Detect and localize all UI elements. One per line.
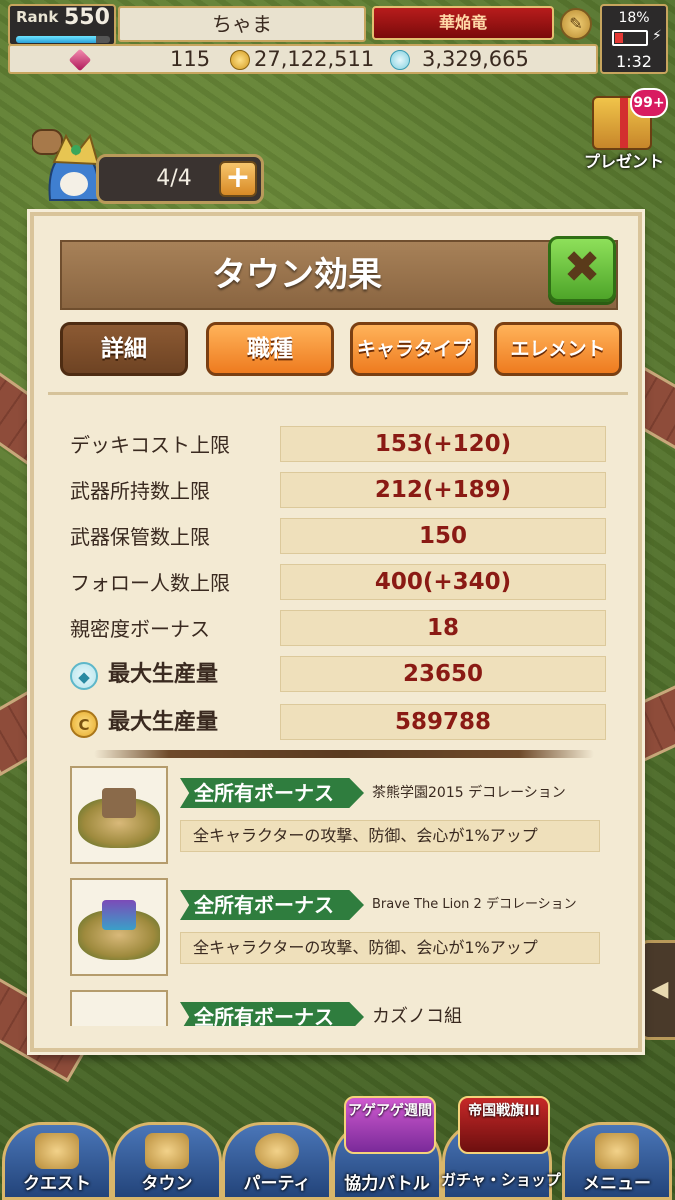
stat-value: 153(+120)	[280, 426, 606, 462]
nav-label: ガチャ・ショップ	[441, 1171, 561, 1189]
stat-label: 武器保管数上限	[70, 525, 210, 549]
bottom-nav: クエスト タウン パーティ 協力バトル ガチャ・ショップ メニュー アゲアゲ週間…	[0, 1096, 675, 1200]
present-count-badge: 99+	[630, 88, 668, 118]
bonus-description: 全キャラクターの攻撃、防御、会心が1%アップ	[180, 820, 600, 852]
stamina-counter: 4/4 +	[96, 154, 264, 204]
coin-icon	[230, 50, 250, 70]
title-badge[interactable]: 華焔竜	[372, 6, 554, 40]
present-button[interactable]: 99+ プレゼント	[578, 88, 670, 172]
bonus-tag: 全所有ボーナス	[180, 1002, 364, 1026]
add-stamina-button[interactable]: +	[219, 161, 257, 197]
rank-display: Rank 550	[8, 4, 116, 46]
tab-details[interactable]: 詳細	[60, 322, 188, 376]
coin-icon: C	[70, 710, 98, 738]
stat-row-follow-limit: フォロー人数上限 400(+340)	[70, 564, 606, 602]
close-icon: ✖	[563, 242, 601, 293]
stamina-widget: 4/4 +	[18, 120, 264, 204]
battery-percent: 18%	[618, 10, 650, 26]
bonus-item[interactable]: 全所有ボーナス Brave The Lion 2 デコレーション 全キャラクター…	[70, 878, 610, 978]
bonus-tag: 全所有ボーナス	[180, 778, 364, 808]
stat-row-weapon-capacity: 武器所持数上限 212(+189)	[70, 472, 606, 510]
rank-value: 550	[64, 5, 110, 30]
currency-bar: 115 27,122,511 3,329,665	[8, 44, 598, 74]
nav-quest[interactable]: クエスト	[2, 1122, 112, 1200]
nav-label: クエスト	[23, 1174, 91, 1194]
bonus-description: 全キャラクターの攻撃、防御、会心が1%アップ	[180, 932, 600, 964]
nav-party[interactable]: パーティ	[222, 1122, 332, 1200]
stat-row-max-water-production: ◆ 最大生産量 23650	[70, 656, 606, 694]
stat-value: 589788	[280, 704, 606, 740]
stat-value: 18	[280, 610, 606, 646]
modal-title: タウン効果	[212, 255, 382, 295]
nav-label: タウン	[141, 1174, 193, 1194]
rank-progress-fill	[16, 36, 96, 43]
top-hud: Rank 550 ちゃま 華焔竜 ✎ 18% ⚡ 1:32 115 27,122…	[0, 0, 675, 80]
event-badge-ageage[interactable]: アゲアゲ週間	[344, 1096, 436, 1154]
coin-count: 27,122,511	[254, 47, 375, 71]
decoration-thumbnail	[70, 766, 168, 864]
nav-label: 協力バトル	[344, 1174, 430, 1194]
battery-icon	[612, 30, 648, 46]
gem-count: 115	[170, 47, 211, 71]
party-icon	[255, 1133, 299, 1169]
stat-value: 150	[280, 518, 606, 554]
bonus-tag: 全所有ボーナス	[180, 890, 364, 920]
brush-divider	[94, 750, 594, 758]
clock: 1:32	[616, 52, 652, 71]
bonus-title: 茶熊学園2015 デコレーション	[372, 785, 566, 801]
stat-value: 23650	[280, 656, 606, 692]
nav-label: パーティ	[243, 1174, 311, 1194]
water-drop-icon	[390, 50, 410, 70]
map-icon	[35, 1133, 79, 1169]
side-panel-toggle[interactable]: ◀	[640, 940, 675, 1040]
bonus-list[interactable]: 全所有ボーナス 茶熊学園2015 デコレーション 全キャラクターの攻撃、防御、会…	[70, 766, 610, 1026]
water-drop-icon: ◆	[70, 662, 98, 690]
bonus-item[interactable]: 全所有ボーナス 茶熊学園2015 デコレーション 全キャラクターの攻撃、防御、会…	[70, 766, 610, 866]
stat-value: 212(+189)	[280, 472, 606, 508]
rank-progress-bar	[16, 36, 110, 43]
stat-label: 親密度ボーナス	[70, 617, 210, 641]
stat-row-intimacy-bonus: 親密度ボーナス 18	[70, 610, 606, 648]
bonus-item[interactable]: 全所有ボーナス カズノコ組	[70, 990, 610, 1026]
tab-job-type[interactable]: 職種	[206, 322, 334, 376]
town-effect-modal: タウン効果 ✖ 詳細 職種 キャラタイプ エレメント デッキコスト上限 153(…	[30, 212, 642, 1052]
event-badge-empire-flag[interactable]: 帝国戦旗III	[458, 1096, 550, 1154]
stat-label: デッキコスト上限	[70, 433, 230, 457]
nav-label: メニュー	[583, 1174, 651, 1194]
menu-scroll-icon	[595, 1133, 639, 1169]
device-status: 18% ⚡ 1:32	[600, 4, 668, 74]
stat-row-max-coin-production: C 最大生産量 589788	[70, 704, 606, 742]
town-icon	[145, 1133, 189, 1169]
tab-element[interactable]: エレメント	[494, 322, 622, 376]
bonus-title: Brave The Lion 2 デコレーション	[372, 897, 577, 912]
gem-icon	[68, 48, 92, 72]
modal-header: タウン効果	[60, 240, 618, 310]
close-button[interactable]: ✖	[548, 236, 616, 302]
tab-character-type[interactable]: キャラタイプ	[350, 322, 478, 376]
stat-value: 400(+340)	[280, 564, 606, 600]
stat-row-weapon-storage: 武器保管数上限 150	[70, 518, 606, 556]
decoration-thumbnail	[70, 990, 168, 1026]
rank-label: Rank	[16, 8, 59, 26]
nav-town[interactable]: タウン	[112, 1122, 222, 1200]
edit-pencil-icon[interactable]: ✎	[560, 8, 592, 40]
charging-icon: ⚡	[652, 28, 662, 44]
water-count: 3,329,665	[422, 47, 529, 71]
stamina-value: 4/4	[156, 166, 192, 191]
stat-label: 武器所持数上限	[70, 479, 210, 503]
player-name[interactable]: ちゃま	[118, 6, 366, 42]
stat-row-deck-cost: デッキコスト上限 153(+120)	[70, 426, 606, 464]
decoration-thumbnail	[70, 878, 168, 976]
divider	[48, 392, 628, 395]
stat-label: フォロー人数上限	[70, 571, 230, 595]
present-label: プレゼント	[583, 152, 664, 171]
bonus-title: カズノコ組	[372, 1006, 462, 1026]
nav-menu[interactable]: メニュー	[562, 1122, 672, 1200]
